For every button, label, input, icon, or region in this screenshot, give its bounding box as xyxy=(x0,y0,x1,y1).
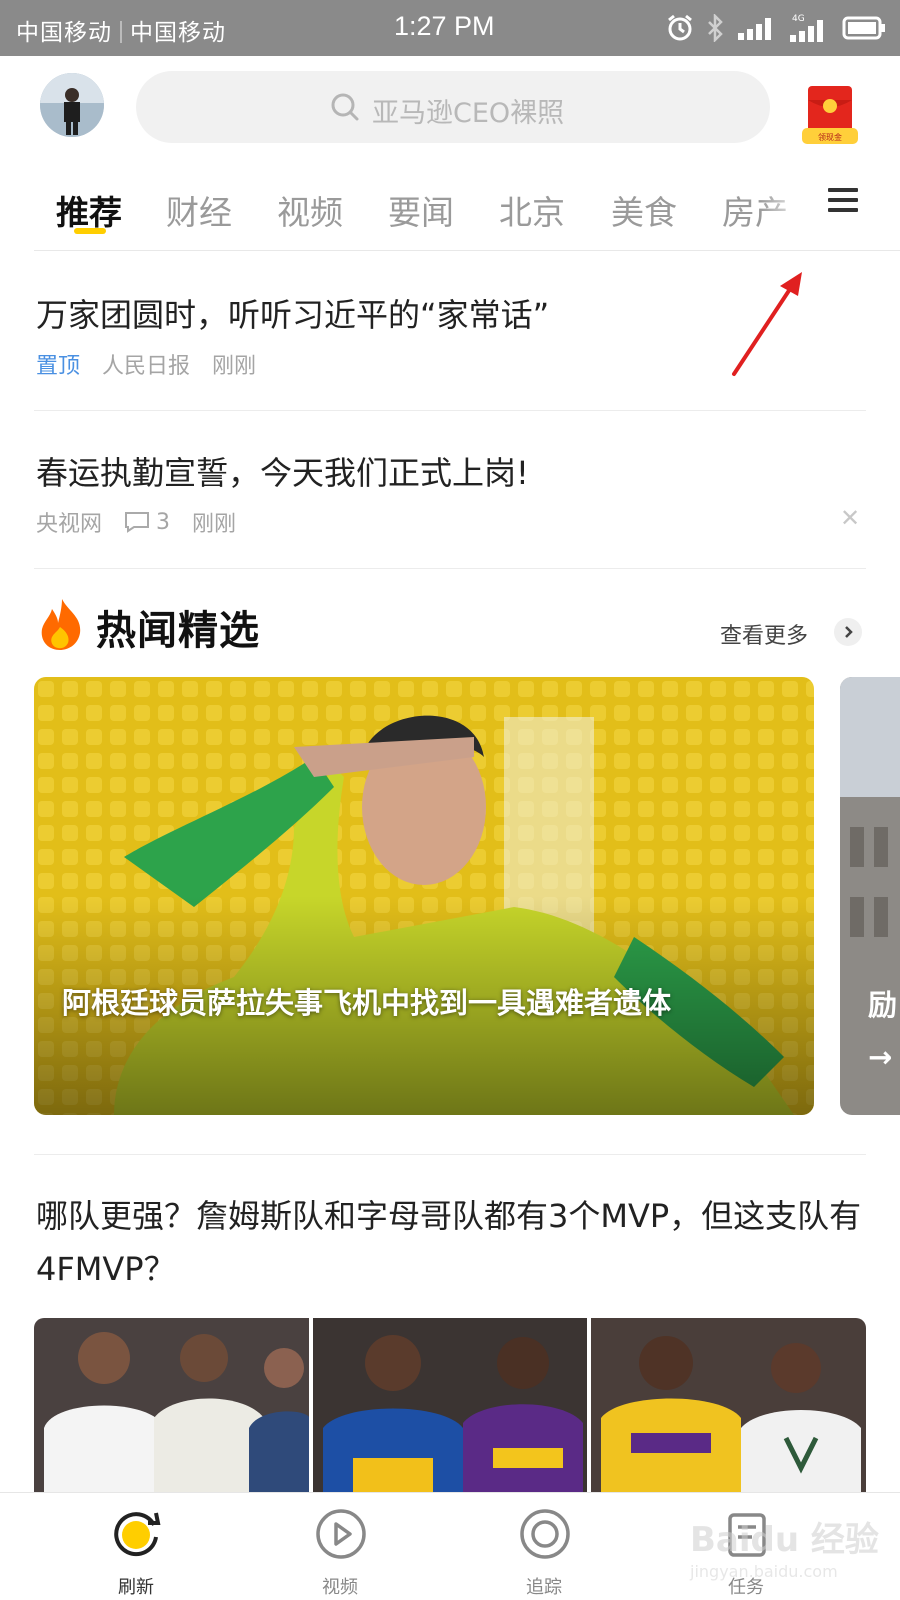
hot-card-caption: 阿根廷球员萨拉失事飞机中找到一具遇难者遗体 xyxy=(62,986,672,1020)
see-more-link[interactable]: 查看更多 xyxy=(720,618,808,650)
thumbnail-image xyxy=(34,1318,309,1494)
news-source: 央视网 xyxy=(36,512,103,537)
carrier-separator xyxy=(120,21,122,43)
search-placeholder: 亚马逊CEO裸照 xyxy=(372,98,565,129)
nav-label: 刷新 xyxy=(118,1577,154,1598)
see-more-chevron[interactable] xyxy=(834,618,862,646)
nav-video[interactable]: 视频 xyxy=(260,1493,420,1600)
watermark-url: jingyan.baidu.com xyxy=(690,1562,838,1581)
tabs-fade xyxy=(760,178,822,238)
dismiss-icon[interactable]: ✕ xyxy=(840,504,860,532)
comment-count: 3 xyxy=(124,510,170,535)
carrier-text: 中国移动 中国移动 xyxy=(16,13,226,47)
tab-recommend[interactable]: 推荐 xyxy=(56,186,122,234)
alarm-icon xyxy=(668,14,692,41)
article-thumbnails[interactable] xyxy=(34,1318,867,1494)
feed-divider xyxy=(34,568,866,569)
hot-card-2[interactable]: 励 → xyxy=(840,677,900,1115)
nav-follow[interactable]: 追踪 xyxy=(464,1493,624,1600)
feed-divider xyxy=(34,1154,866,1155)
bluetooth-icon xyxy=(708,14,723,42)
hot-card-1[interactable]: 阿根廷球员萨拉失事飞机中找到一具遇难者遗体 xyxy=(34,677,814,1115)
nav-refresh[interactable]: 刷新 xyxy=(56,1493,216,1600)
user-avatar[interactable] xyxy=(40,73,104,137)
category-tabs: 推荐 财经 视频 要闻 北京 美食 房产 xyxy=(0,178,820,238)
tab-finance[interactable]: 财经 xyxy=(166,186,232,234)
nav-label: 视频 xyxy=(322,1577,358,1598)
network-type: 4G xyxy=(792,14,805,24)
news-time: 刚刚 xyxy=(192,512,237,537)
menu-icon-bar xyxy=(828,198,858,202)
news-meta-2: 央视网 3 刚刚 xyxy=(36,506,258,538)
news-title-1[interactable]: 万家团圆时，听听习近平的“家常话” xyxy=(36,290,549,336)
tab-video[interactable]: 视频 xyxy=(277,186,343,234)
hot-section-title: 热闻精选 xyxy=(96,608,260,654)
status-icons: 4G xyxy=(666,10,886,46)
red-packet-button[interactable]: 领现金 xyxy=(802,84,858,148)
article-title[interactable]: 哪队更强？詹姆斯队和字母哥队都有3个MVP，但这支队有4FMVP？ xyxy=(36,1190,876,1296)
avatar-image xyxy=(40,73,104,137)
target-icon xyxy=(520,1509,570,1559)
tab-beijing[interactable]: 北京 xyxy=(499,186,565,234)
red-packet-label: 领现金 xyxy=(818,132,842,142)
carrier-2: 中国移动 xyxy=(130,20,226,46)
signal-2-icon: 4G xyxy=(790,14,823,42)
comment-count-value: 3 xyxy=(156,509,171,535)
signal-1-icon xyxy=(738,18,771,40)
thumbnail-3 xyxy=(591,1318,867,1494)
battery-icon xyxy=(842,16,885,40)
hot-card-2-caption: 励 → xyxy=(868,988,898,1074)
baidu-watermark: Baidu 经验 jingyan.baidu.com xyxy=(690,1512,890,1592)
thumbnail-image xyxy=(312,1318,588,1494)
status-bar: 中国移动 中国移动 1:27 PM 4G xyxy=(0,0,900,56)
play-icon xyxy=(316,1509,366,1559)
thumbnail-image xyxy=(591,1318,867,1494)
refresh-icon xyxy=(114,1512,161,1557)
news-source: 人民日报 xyxy=(102,354,191,379)
hot-card-image xyxy=(34,677,814,1115)
news-meta-1: 置顶 人民日报 刚刚 xyxy=(36,348,278,380)
feed-divider xyxy=(34,410,866,411)
status-time: 1:27 PM xyxy=(394,11,495,41)
news-time: 刚刚 xyxy=(212,354,257,379)
watermark-brand: Baidu 经验 xyxy=(690,1520,879,1560)
search-icon xyxy=(331,93,359,121)
tabs-divider xyxy=(34,250,900,251)
menu-icon-bar xyxy=(828,188,858,192)
search-bar[interactable]: 亚马逊CEO裸照 xyxy=(136,71,770,143)
tab-headlines[interactable]: 要闻 xyxy=(388,186,454,234)
nav-label: 追踪 xyxy=(526,1577,562,1598)
flame-icon xyxy=(41,599,81,650)
red-packet-icon: 领现金 xyxy=(802,86,858,144)
channel-menu-button[interactable] xyxy=(826,184,860,218)
thumbnail-2 xyxy=(312,1318,588,1494)
news-title-2[interactable]: 春运执勤宣誓，今天我们正式上岗! xyxy=(36,448,529,494)
comment-icon xyxy=(125,512,150,533)
menu-icon-bar xyxy=(828,208,858,212)
thumbnail-1 xyxy=(34,1318,309,1494)
tab-food[interactable]: 美食 xyxy=(611,186,677,234)
active-tab-indicator xyxy=(74,228,106,234)
pinned-badge: 置顶 xyxy=(36,354,81,379)
chevron-right-icon xyxy=(845,626,853,638)
carrier-1: 中国移动 xyxy=(16,20,112,46)
annotation-arrow-icon xyxy=(732,272,802,376)
